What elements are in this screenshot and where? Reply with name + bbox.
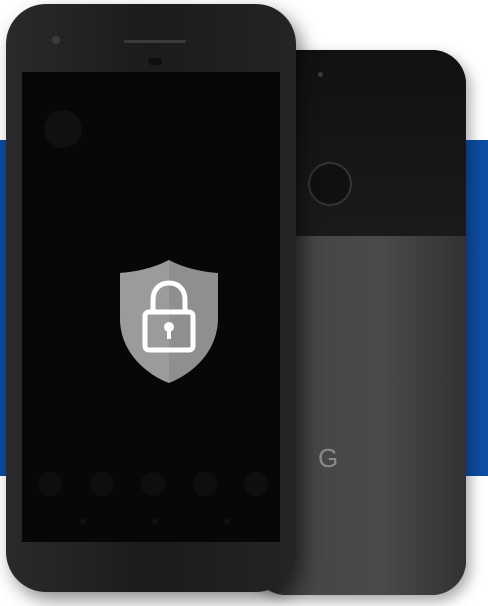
app-dock	[38, 472, 268, 498]
padlock-keyhole-stem	[167, 328, 171, 339]
dock-app-icon	[89, 472, 114, 496]
top-bezel	[6, 4, 296, 66]
recents-nav-icon	[224, 518, 230, 524]
navigation-bar	[80, 518, 230, 524]
dock-app-icon	[141, 472, 165, 496]
dim-avatar-icon	[44, 110, 82, 148]
home-nav-icon	[152, 518, 158, 524]
earpiece-speaker	[124, 40, 186, 43]
rear-camera	[318, 72, 323, 77]
fingerprint-sensor	[308, 162, 352, 206]
front-camera	[52, 36, 60, 44]
phone-screen	[22, 72, 280, 542]
dock-app-icon	[244, 472, 268, 496]
dock-app-icon	[192, 472, 217, 496]
shield-padlock-icon	[120, 260, 218, 383]
product-image: G	[0, 0, 488, 606]
dock-app-icon	[38, 472, 62, 496]
front-phone	[6, 4, 296, 592]
bottom-bezel	[6, 542, 296, 592]
back-nav-icon	[80, 518, 86, 524]
brand-logo: G	[318, 443, 339, 473]
proximity-sensor	[148, 58, 162, 65]
